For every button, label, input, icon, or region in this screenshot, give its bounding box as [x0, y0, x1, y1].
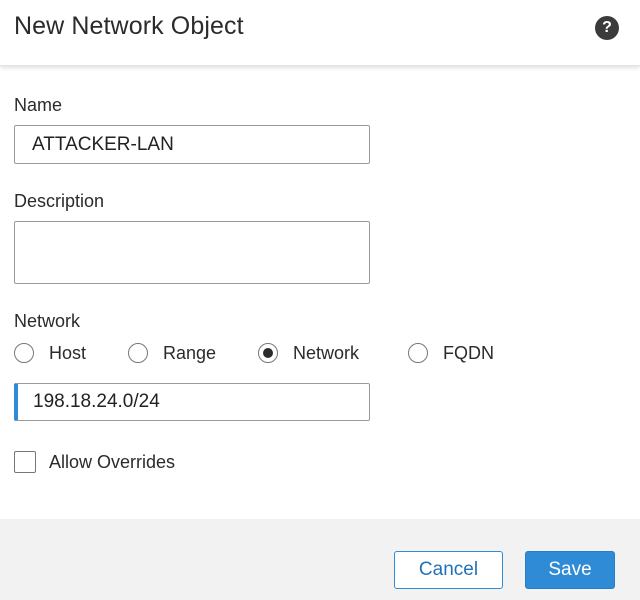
- cancel-button[interactable]: Cancel: [394, 551, 503, 589]
- new-network-object-dialog: New Network Object ? Name Description Ne…: [0, 0, 640, 600]
- radio-host-circle[interactable]: [14, 343, 34, 363]
- name-label: Name: [14, 95, 63, 115]
- save-button[interactable]: Save: [525, 551, 615, 589]
- radio-network-label: Network: [293, 342, 360, 363]
- radio-network-circle[interactable]: [258, 343, 278, 363]
- radio-selected-dot: [263, 348, 273, 358]
- allow-overrides-label: Allow Overrides: [49, 451, 176, 472]
- radio-host[interactable]: Host: [14, 341, 86, 365]
- name-input[interactable]: [14, 125, 370, 164]
- radio-range-circle[interactable]: [128, 343, 148, 363]
- question-circle-icon[interactable]: ?: [595, 16, 619, 40]
- allow-overrides-checkbox-row[interactable]: Allow Overrides: [14, 450, 175, 474]
- radio-range[interactable]: Range: [128, 341, 216, 365]
- radio-host-label: Host: [49, 342, 87, 363]
- allow-overrides-checkbox[interactable]: [14, 451, 36, 473]
- network-label: Network: [14, 311, 81, 331]
- network-type-radio-group: Host Range Network FQDN: [14, 341, 534, 365]
- network-address-input[interactable]: [14, 383, 370, 421]
- radio-fqdn-label: FQDN: [443, 342, 494, 363]
- description-input[interactable]: [14, 221, 370, 284]
- description-label: Description: [14, 191, 105, 211]
- radio-fqdn[interactable]: FQDN: [408, 341, 494, 365]
- radio-network[interactable]: Network: [258, 341, 359, 365]
- radio-fqdn-circle[interactable]: [408, 343, 428, 363]
- dialog-footer: Cancel Save: [0, 519, 640, 600]
- radio-range-label: Range: [163, 342, 217, 363]
- dialog-title: New Network Object: [14, 12, 244, 40]
- dialog-header: New Network Object ?: [0, 0, 640, 66]
